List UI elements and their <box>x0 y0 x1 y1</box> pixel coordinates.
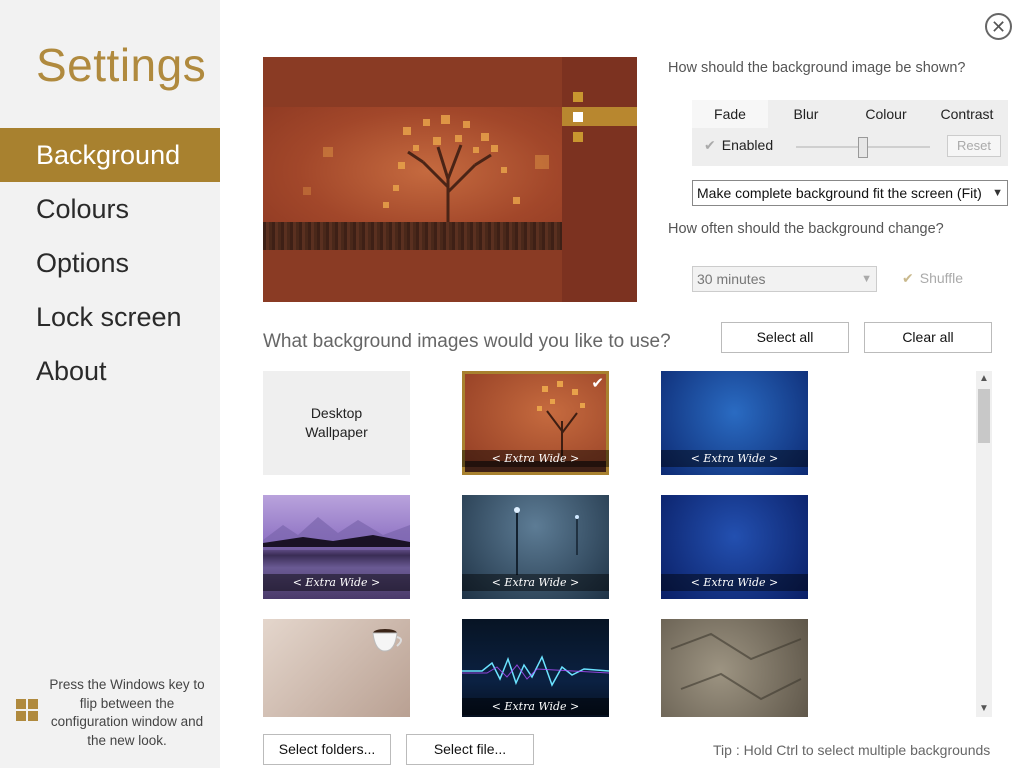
tile-blue-stars[interactable]: < Extra Wide > <box>661 495 808 599</box>
select-all-button[interactable]: Select all <box>721 322 849 353</box>
multi-select-tip: Tip : Hold Ctrl to select multiple backg… <box>713 742 991 758</box>
tile-caption: < Extra Wide > <box>661 450 808 467</box>
tile-blue-bokeh[interactable]: < Extra Wide > <box>661 371 808 475</box>
change-question: How often should the background change? <box>668 221 944 237</box>
sidebar-nav: Background Colours Options Lock screen A… <box>0 128 220 398</box>
tile-caption: < Extra Wide > <box>462 450 609 467</box>
tile-sound-wave[interactable]: < Extra Wide > <box>462 619 609 717</box>
desktop-label-line1: Desktop <box>310 405 363 421</box>
chevron-down-icon: ▼ <box>992 187 1003 199</box>
select-folders-button[interactable]: Select folders... <box>263 734 391 765</box>
fit-mode-value: Make complete background fit the screen … <box>697 185 982 201</box>
app-title: Settings <box>36 39 207 91</box>
close-icon[interactable]: ✕ <box>985 13 1012 40</box>
stone-texture <box>670 632 802 701</box>
nav-item-colours[interactable]: Colours <box>0 182 220 236</box>
windows-key-hint: Press the Windows key to flip between th… <box>49 677 205 748</box>
coffee-cup-icon <box>372 629 402 652</box>
clear-all-button[interactable]: Clear all <box>864 322 992 353</box>
tile-purple-lake[interactable]: < Extra Wide > <box>263 495 410 599</box>
desktop-wallpaper-label: Desktop Wallpaper <box>305 404 368 442</box>
tile-caption: < Extra Wide > <box>263 574 410 591</box>
preview-tile-marker <box>573 92 583 102</box>
grid-scrollbar[interactable]: ▲ ▼ <box>976 371 992 717</box>
tile-caption: < Extra Wide > <box>462 574 609 591</box>
preview-tile-marker <box>573 112 583 122</box>
windows-logo-icon <box>16 699 38 721</box>
tile-desktop-wallpaper[interactable]: Desktop Wallpaper <box>263 371 410 475</box>
tile-autumn-tree[interactable]: < Extra Wide > ✔ <box>462 371 609 475</box>
desktop-label-line2: Wallpaper <box>305 424 368 440</box>
tab-contrast[interactable]: Contrast <box>928 100 1006 128</box>
fade-slider-thumb[interactable] <box>858 137 868 158</box>
display-question: How should the background image be shown… <box>668 60 966 76</box>
checkmark-icon: ✔ <box>591 375 604 392</box>
scrollbar-thumb[interactable] <box>978 389 990 443</box>
sidebar: Settings Background Colours Options Lock… <box>0 0 220 768</box>
checkmark-icon: ✔ <box>902 270 914 286</box>
chevron-down-icon: ▼ <box>861 273 872 285</box>
scroll-down-icon[interactable]: ▼ <box>976 701 992 717</box>
preview-ground <box>263 222 562 250</box>
reset-button[interactable]: Reset <box>947 135 1001 157</box>
preview-bottom-band <box>263 250 562 302</box>
tile-stone-texture[interactable] <box>661 619 808 717</box>
checkmark-icon: ✔ <box>704 137 716 153</box>
enabled-label: Enabled <box>721 137 774 153</box>
tile-caption: < Extra Wide > <box>661 574 808 591</box>
shuffle-checkbox[interactable]: ✔ Shuffle <box>902 270 963 287</box>
interval-value: 30 minutes <box>697 271 766 287</box>
tile-coffee-cup[interactable] <box>263 619 410 717</box>
nav-item-lock-screen[interactable]: Lock screen <box>0 290 220 344</box>
tile-caption: < Extra Wide > <box>462 698 609 715</box>
nav-item-background[interactable]: Background <box>0 128 220 182</box>
background-preview <box>263 57 637 302</box>
preview-top-band <box>263 57 562 107</box>
scroll-up-icon[interactable]: ▲ <box>976 371 992 387</box>
tab-fade[interactable]: Fade <box>692 100 768 128</box>
fit-mode-select[interactable]: Make complete background fit the screen … <box>692 180 1008 206</box>
enabled-checkbox[interactable]: ✔ Enabled <box>704 137 773 154</box>
shuffle-label: Shuffle <box>919 270 964 286</box>
tab-blur[interactable]: Blur <box>768 100 844 128</box>
image-grid: Desktop Wallpaper < Extra Wide > ✔ < Ext… <box>263 371 963 717</box>
images-question: What background images would you like to… <box>263 331 671 352</box>
preview-tile-marker <box>573 132 583 142</box>
tile-lamp-post[interactable]: < Extra Wide > <box>462 495 609 599</box>
nav-item-about[interactable]: About <box>0 344 220 398</box>
tab-colour[interactable]: Colour <box>848 100 924 128</box>
nav-item-options[interactable]: Options <box>0 236 220 290</box>
effect-tabs: Fade Blur Colour Contrast ✔ Enabled Reset <box>692 100 1008 166</box>
select-file-button[interactable]: Select file... <box>406 734 534 765</box>
interval-select[interactable]: 30 minutes ▼ <box>692 266 877 292</box>
